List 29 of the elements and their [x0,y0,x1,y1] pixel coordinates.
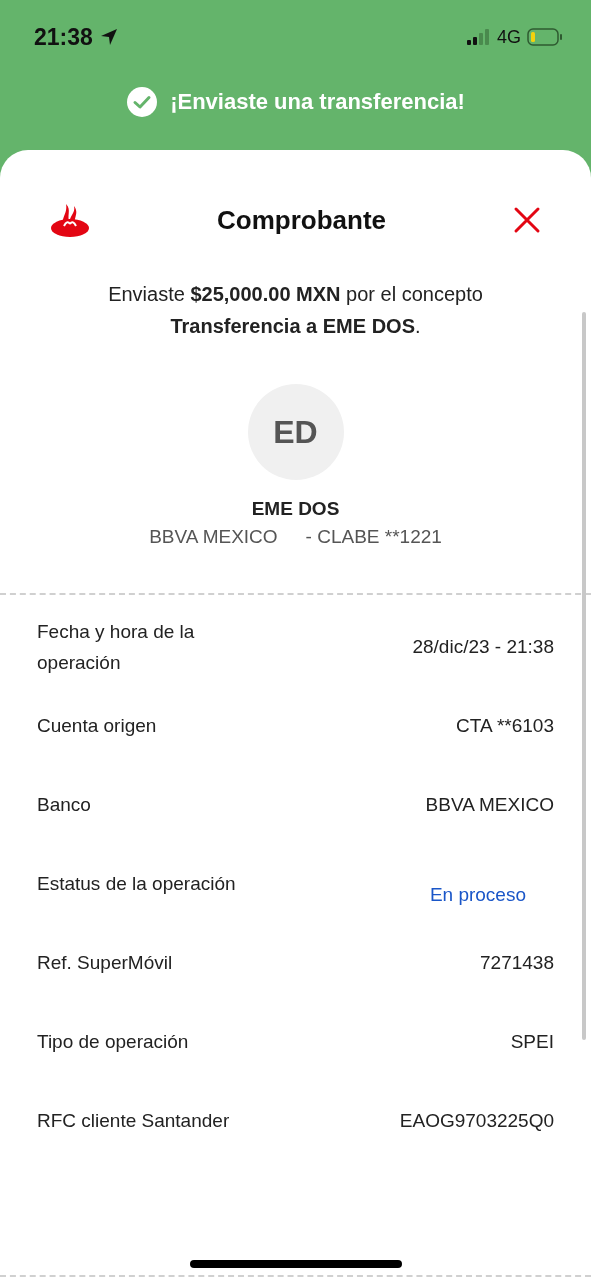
network-label: 4G [497,26,521,48]
detail-value: SPEI [510,1030,554,1053]
detail-label: Tipo de operación [37,1030,189,1054]
transfer-summary: Enviaste $25,000.00 MXN por el concepto Transferencia a EME DOS. [107,282,484,339]
success-message: ¡Enviaste una transferencia! [170,89,465,115]
signal-icon [467,29,491,45]
detail-label: Banco [37,793,91,817]
initials-avatar: ED [247,384,344,480]
close-icon [513,206,541,234]
detail-label: RFC cliente Santander [37,1109,230,1133]
detail-value: CTA **6103 [456,714,554,737]
status-time: 21:38 [34,23,93,51]
detail-label: Fecha y hora de la operación [37,619,196,675]
recipient-name: EME DOS [251,498,340,520]
detail-value: 7271438 [480,951,554,974]
detail-label: Cuenta origen [37,714,157,738]
receipt-title: Comprobante [217,204,386,236]
check-circle-icon [126,86,159,118]
detail-label: Estatus de la operación [37,872,236,896]
detail-label: Ref. SuperMóvil [37,951,173,975]
detail-value: 28/dic/23 - 21:38 [412,635,554,658]
battery-icon [527,28,563,46]
detail-value: BBVA MEXICO [425,793,554,816]
close-button[interactable] [513,206,541,234]
recipient-bank: BBVA MEXICO [149,526,278,548]
recipient-account: - CLABE **1221 [305,526,442,548]
detail-value: EAOG9703225Q0 [399,1109,554,1132]
status-value: En proceso [428,882,527,907]
flame-logo-icon [50,202,90,238]
